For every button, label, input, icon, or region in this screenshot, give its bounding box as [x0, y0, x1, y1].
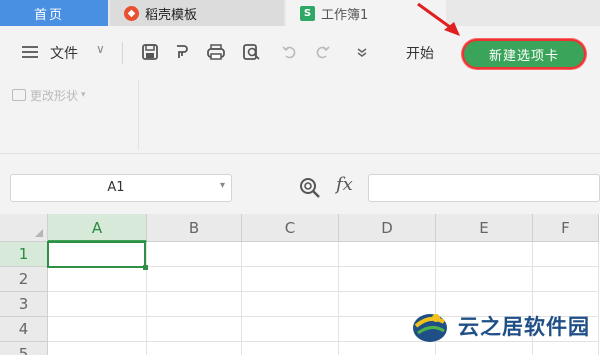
function-icon[interactable]: fx [336, 174, 353, 195]
row-header[interactable]: 3 [0, 292, 48, 317]
file-menu[interactable]: 文件 [50, 43, 78, 63]
toolbar-divider [122, 42, 123, 64]
grid-cell[interactable] [147, 342, 242, 355]
grid-cell[interactable] [147, 292, 242, 317]
grid-cell[interactable] [242, 292, 339, 317]
change-shape-label: 更改形状 [30, 88, 79, 103]
paste-format-icon[interactable] [170, 40, 194, 64]
menu-icon[interactable] [22, 46, 38, 58]
row-header[interactable]: 4 [0, 317, 48, 342]
row-header[interactable]: 1 [0, 242, 48, 267]
grid-cell[interactable] [48, 267, 147, 292]
tab-home[interactable]: 首页 [0, 0, 108, 26]
row-header[interactable]: 2 [0, 267, 48, 292]
select-all-corner[interactable] [0, 214, 48, 242]
tab-bar: 首页 ◆ 稻壳模板 S 工作簿1 [0, 0, 600, 26]
toolbar-divider [138, 80, 139, 150]
column-header[interactable]: F [533, 214, 599, 242]
grid-cell[interactable] [242, 242, 339, 267]
daoke-logo-icon: ◆ [124, 5, 139, 21]
grid-cell[interactable] [242, 267, 339, 292]
grid-cell[interactable] [48, 342, 147, 355]
undo-icon[interactable] [278, 40, 302, 64]
grid-cell[interactable] [147, 242, 242, 267]
grid-cell[interactable] [48, 292, 147, 317]
tab-template-label: 稻壳模板 [145, 7, 198, 23]
print-icon[interactable] [204, 40, 228, 64]
chevron-down-icon[interactable]: ∨ [96, 42, 105, 56]
column-header[interactable]: D [339, 214, 436, 242]
grid-cell[interactable] [48, 317, 147, 342]
column-header[interactable]: E [436, 214, 533, 242]
formula-bar: A1 ▾ fx [0, 166, 600, 210]
grid-cell[interactable] [147, 317, 242, 342]
row-header[interactable]: 5 [0, 342, 48, 355]
site-watermark: 云之居软件园 [410, 303, 590, 349]
save-icon[interactable] [138, 40, 162, 64]
grid-cell[interactable] [48, 242, 147, 267]
ribbon-toolbar: 文件 ∨ 开始 新建选项卡 更改形状 ▾ [0, 26, 600, 154]
name-box[interactable]: A1 ▾ [10, 174, 232, 202]
chevron-down-icon: ▾ [81, 90, 86, 100]
tab-workbook-label: 工作簿1 [321, 7, 369, 23]
column-header[interactable]: A [48, 214, 147, 242]
print-preview-icon[interactable] [240, 40, 264, 64]
grid-cell[interactable] [436, 242, 533, 267]
grid-cell[interactable] [339, 242, 436, 267]
more-dropdown-icon[interactable] [350, 40, 374, 64]
grid-cell[interactable] [242, 342, 339, 355]
redo-icon[interactable] [310, 40, 334, 64]
watermark-text: 云之居软件园 [458, 315, 590, 339]
column-header[interactable]: B [147, 214, 242, 242]
chevron-down-icon[interactable]: ▾ [220, 180, 225, 191]
watermark-logo-icon [413, 314, 447, 342]
grid-cell[interactable] [533, 242, 599, 267]
column-header[interactable]: C [242, 214, 339, 242]
change-shape-button[interactable]: 更改形状 ▾ [12, 84, 86, 106]
cell-reference: A1 [107, 180, 125, 195]
shape-icon [12, 89, 26, 101]
new-tab-button[interactable]: 新建选项卡 [462, 39, 586, 69]
quick-access-row: 文件 ∨ 开始 新建选项卡 [0, 38, 600, 69]
grid-cell[interactable] [533, 267, 599, 292]
new-tab-button-label: 新建选项卡 [488, 48, 559, 64]
tab-template[interactable]: ◆ 稻壳模板 [110, 0, 284, 26]
formula-input[interactable] [368, 174, 600, 202]
grid-cell[interactable] [339, 267, 436, 292]
tab-home-label: 首页 [34, 7, 65, 23]
annotation-arrow-icon [417, 2, 460, 36]
zoom-icon[interactable] [298, 176, 322, 200]
tab-start[interactable]: 开始 [406, 43, 434, 63]
grid-cell[interactable] [436, 267, 533, 292]
grid-cell[interactable] [147, 267, 242, 292]
spreadsheet-icon: S [300, 5, 315, 21]
grid-cell[interactable] [242, 317, 339, 342]
